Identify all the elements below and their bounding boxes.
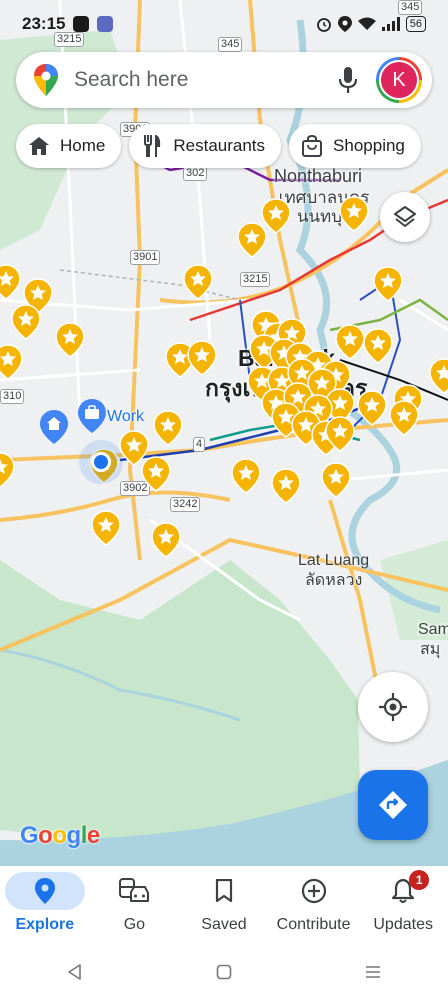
bottom-navigation: Explore Go Saved Contribute 1 Updates bbox=[0, 866, 448, 944]
place-label-lat-luang: Lat Luang bbox=[298, 552, 370, 569]
google-logo: Google bbox=[20, 822, 100, 849]
nav-updates-label: Updates bbox=[373, 916, 433, 933]
avatar[interactable]: K bbox=[376, 57, 422, 103]
chip-restaurants-label: Restaurants bbox=[173, 136, 266, 155]
nav-go[interactable]: Go bbox=[90, 866, 180, 944]
signal-icon bbox=[381, 17, 400, 31]
saved-place-star-icon[interactable] bbox=[151, 522, 181, 558]
place-label-samut-thai: สมุ bbox=[420, 641, 441, 658]
saved-place-star-icon[interactable] bbox=[0, 264, 21, 300]
add-circle-icon bbox=[301, 878, 326, 904]
home-square-icon bbox=[216, 964, 232, 980]
back-triangle-icon bbox=[67, 964, 81, 980]
nav-go-label: Go bbox=[123, 916, 146, 933]
alarm-icon bbox=[316, 18, 331, 32]
saved-place-star-icon[interactable] bbox=[141, 456, 171, 492]
google-maps-logo-icon bbox=[34, 64, 58, 96]
saved-place-star-icon[interactable] bbox=[0, 344, 23, 380]
saved-place-star-icon[interactable] bbox=[335, 324, 365, 360]
system-back-button[interactable] bbox=[55, 952, 95, 992]
saved-place-star-icon[interactable] bbox=[55, 322, 85, 358]
saved-place-star-icon[interactable] bbox=[261, 198, 291, 234]
status-bar: 23:15 56 bbox=[0, 0, 448, 48]
recents-menu-icon bbox=[366, 966, 381, 978]
road-shield: 310 bbox=[0, 389, 25, 404]
microphone-icon[interactable] bbox=[328, 60, 368, 100]
nav-updates[interactable]: 1 Updates bbox=[358, 866, 448, 944]
restaurant-icon bbox=[141, 135, 163, 157]
saved-place-star-icon[interactable] bbox=[325, 416, 355, 452]
chip-shopping[interactable]: Shopping bbox=[289, 124, 421, 168]
road-shield: 302 bbox=[183, 166, 208, 181]
place-label-nonthaburi: Nonthaburi bbox=[274, 166, 363, 186]
battery-indicator: 56 bbox=[405, 16, 426, 32]
nav-saved-label: Saved bbox=[201, 916, 247, 933]
saved-place-star-icon[interactable] bbox=[373, 266, 403, 302]
updates-badge: 1 bbox=[409, 870, 430, 890]
avatar-initial: K bbox=[379, 60, 419, 100]
saved-place-star-icon[interactable] bbox=[429, 358, 448, 394]
nav-contribute[interactable]: Contribute bbox=[269, 866, 359, 944]
chip-home-label: Home bbox=[60, 136, 106, 155]
road-shield: 3901 bbox=[130, 250, 161, 265]
saved-place-star-icon[interactable] bbox=[389, 400, 419, 436]
explore-pin-icon bbox=[34, 878, 55, 904]
search-bar[interactable]: Search here K bbox=[16, 52, 432, 108]
saved-place-star-icon[interactable] bbox=[183, 264, 213, 300]
road-shield: 3242 bbox=[170, 497, 201, 512]
app-notification-icon bbox=[97, 16, 114, 32]
place-label-samut: Sam bbox=[418, 621, 448, 638]
saved-place-star-icon[interactable] bbox=[11, 304, 41, 340]
saved-place-star-icon[interactable] bbox=[357, 390, 387, 426]
system-home-button[interactable] bbox=[204, 952, 244, 992]
system-recents-button[interactable] bbox=[353, 952, 393, 992]
wifi-icon bbox=[357, 17, 376, 30]
commute-icon bbox=[119, 878, 150, 902]
layers-icon bbox=[394, 206, 416, 227]
location-status-icon bbox=[337, 16, 352, 32]
layers-button[interactable] bbox=[380, 192, 430, 242]
home-icon bbox=[28, 135, 50, 157]
place-label-lat-luang-thai: ลัดหลวง bbox=[305, 572, 363, 589]
saved-place-star-icon[interactable] bbox=[321, 462, 351, 498]
work-label[interactable]: Work bbox=[107, 408, 144, 426]
chip-home[interactable]: Home bbox=[16, 124, 122, 168]
road-shield: 4 bbox=[193, 437, 206, 452]
directions-button[interactable] bbox=[358, 770, 428, 840]
status-time: 23:15 bbox=[22, 14, 66, 33]
saved-place-star-icon[interactable] bbox=[339, 196, 369, 232]
chip-shopping-label: Shopping bbox=[333, 136, 405, 155]
road-shield: 3215 bbox=[240, 272, 271, 287]
bookmark-icon bbox=[215, 879, 233, 903]
chip-restaurants[interactable]: Restaurants bbox=[129, 124, 282, 168]
crosshair-icon bbox=[379, 693, 407, 721]
saved-place-star-icon[interactable] bbox=[91, 510, 121, 546]
home-location-pin-icon[interactable] bbox=[40, 410, 68, 444]
shopping-bag-icon bbox=[301, 135, 323, 157]
saved-place-star-icon[interactable] bbox=[187, 340, 217, 376]
saved-place-star-icon[interactable] bbox=[0, 452, 15, 488]
saved-place-star-icon[interactable] bbox=[153, 410, 183, 446]
saved-place-star-icon[interactable] bbox=[231, 458, 261, 494]
system-navigation-bar bbox=[0, 944, 448, 1000]
nav-contribute-label: Contribute bbox=[276, 916, 351, 933]
nav-saved[interactable]: Saved bbox=[179, 866, 269, 944]
messenger-notification-icon bbox=[73, 16, 90, 32]
saved-place-star-icon[interactable] bbox=[271, 468, 301, 504]
my-location-button[interactable] bbox=[358, 672, 428, 742]
current-location-dot bbox=[91, 452, 111, 472]
nav-explore-label: Explore bbox=[15, 916, 75, 933]
work-location-pin-icon[interactable] bbox=[78, 399, 106, 433]
search-input[interactable]: Search here bbox=[74, 68, 328, 92]
saved-place-star-icon[interactable] bbox=[363, 328, 393, 364]
nav-explore[interactable]: Explore bbox=[0, 866, 90, 944]
directions-icon bbox=[379, 791, 407, 819]
category-chips: Home Restaurants Shopping bbox=[16, 124, 421, 168]
